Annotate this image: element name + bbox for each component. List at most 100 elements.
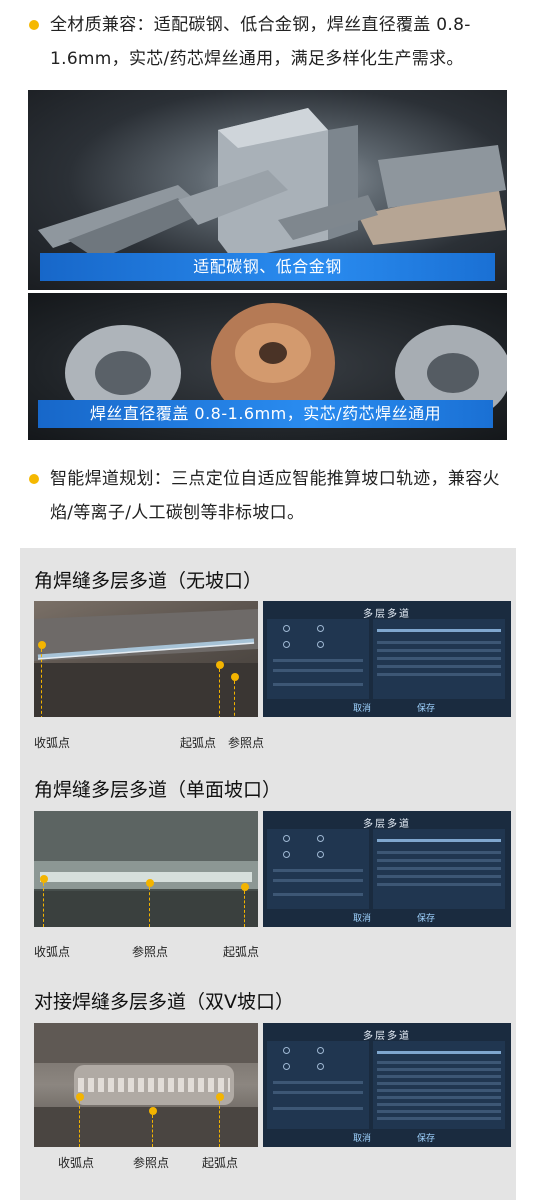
- param-row: [273, 869, 363, 872]
- arc-end-point: [76, 1093, 84, 1101]
- table-row: [377, 641, 501, 644]
- arc-start-point: [216, 1093, 224, 1101]
- radio-option[interactable]: [283, 1063, 290, 1070]
- radio-option[interactable]: [283, 851, 290, 858]
- leader-line: [152, 1115, 153, 1147]
- table-row: [377, 1068, 501, 1071]
- screen-settings: [267, 619, 369, 699]
- screen-table: [373, 829, 505, 909]
- screen-settings: [267, 829, 369, 909]
- case-fillet-single-groove: 角焊缝多层多道（单面坡口） 多层多道 取消 保存 收弧点 参照点 起弧点: [20, 753, 516, 963]
- material-banner: 适配碳钢、低合金钢: [40, 253, 495, 281]
- radio-option[interactable]: [283, 625, 290, 632]
- table-row: [377, 883, 501, 886]
- case-butt-double-v-groove: 对接焊缝多层多道（双V坡口） 多层多道 取消 保存 收弧点 参照点 起弧点: [20, 963, 516, 1200]
- wire-banner: 焊丝直径覆盖 0.8-1.6mm，实芯/药芯焊丝通用: [38, 400, 493, 428]
- leader-line: [234, 681, 235, 717]
- weld-seam-illustration: [34, 811, 258, 927]
- leader-line: [244, 891, 245, 927]
- param-row: [273, 1081, 363, 1084]
- wire-spools-photo: 焊丝直径覆盖 0.8-1.6mm，实芯/药芯焊丝通用: [28, 293, 507, 440]
- arc-start-label: 起弧点: [180, 736, 217, 750]
- cancel-button[interactable]: 取消: [353, 911, 371, 924]
- arc-end-label: 收弧点: [34, 945, 71, 959]
- screen-settings: [267, 1041, 369, 1129]
- multipass-screen: 多层多道 取消 保存: [263, 601, 511, 717]
- steel-samples-photo: 适配碳钢、低合金钢: [28, 90, 507, 290]
- arc-end-label: 收弧点: [58, 1156, 95, 1170]
- table-row: [377, 875, 501, 878]
- leader-line: [43, 883, 44, 927]
- param-row: [273, 1107, 363, 1110]
- arc-end-point: [38, 641, 46, 649]
- weld-seam-illustration: [34, 609, 258, 717]
- bullet-dot-icon: [29, 20, 39, 30]
- multipass-screen: 多层多道 取消 保存: [263, 1023, 511, 1147]
- table-row: [377, 1082, 501, 1085]
- reference-point: [231, 673, 239, 681]
- feature-material: 全材质兼容：适配碳钢、低合金钢，焊丝直径覆盖 0.8-1.6mm，实芯/药芯焊丝…: [0, 8, 536, 78]
- table-row: [377, 665, 501, 668]
- table-row: [377, 1061, 501, 1064]
- param-row: [273, 683, 363, 686]
- cancel-button[interactable]: 取消: [353, 1131, 371, 1144]
- screen-table: [373, 619, 505, 699]
- radio-option[interactable]: [317, 835, 324, 842]
- radio-option[interactable]: [283, 1047, 290, 1054]
- table-row: [377, 1103, 501, 1106]
- screen-title: 多层多道: [363, 609, 411, 620]
- table-row: [377, 1096, 501, 1099]
- case-title: 对接焊缝多层多道（双V坡口）: [34, 991, 294, 1013]
- radio-option[interactable]: [283, 835, 290, 842]
- table-header: [377, 839, 501, 842]
- table-header: [377, 1051, 501, 1054]
- arc-start-label: 起弧点: [223, 945, 260, 959]
- table-row: [377, 1089, 501, 1092]
- feature-material-text: 全材质兼容：适配碳钢、低合金钢，焊丝直径覆盖 0.8-1.6mm，实芯/药芯焊丝…: [50, 15, 471, 69]
- cancel-button[interactable]: 取消: [353, 701, 371, 714]
- reference-point: [146, 879, 154, 887]
- reference-label: 参照点: [228, 736, 265, 750]
- table-row: [377, 673, 501, 676]
- save-button[interactable]: 保存: [417, 1131, 435, 1144]
- weld-photo: [34, 811, 258, 927]
- param-row: [273, 893, 363, 896]
- weld-seam-illustration: [34, 1023, 258, 1147]
- arc-start-point: [216, 661, 224, 669]
- save-button[interactable]: 保存: [417, 701, 435, 714]
- screen-table: [373, 1041, 505, 1129]
- radio-option[interactable]: [317, 1047, 324, 1054]
- case-title: 角焊缝多层多道（无坡口）: [34, 570, 263, 592]
- radio-option[interactable]: [317, 641, 324, 648]
- leader-line: [219, 669, 220, 717]
- feature-planning-text: 智能焊道规划：三点定位自适应智能推算坡口轨迹，兼容火焰/等离子/人工碳刨等非标坡…: [50, 469, 500, 523]
- weld-photo: [34, 601, 258, 717]
- reference-label: 参照点: [132, 945, 169, 959]
- param-row: [273, 879, 363, 882]
- table-row: [377, 867, 501, 870]
- radio-option[interactable]: [317, 625, 324, 632]
- table-row: [377, 859, 501, 862]
- table-row: [377, 851, 501, 854]
- feature-planning: 智能焊道规划：三点定位自适应智能推算坡口轨迹，兼容火焰/等离子/人工碳刨等非标坡…: [0, 462, 536, 532]
- leader-line: [41, 649, 42, 717]
- table-row: [377, 1110, 501, 1113]
- leader-line: [79, 1101, 80, 1147]
- param-row: [273, 1091, 363, 1094]
- leader-line: [219, 1101, 220, 1147]
- radio-option[interactable]: [283, 641, 290, 648]
- case-title: 角焊缝多层多道（单面坡口）: [34, 779, 282, 801]
- param-row: [273, 659, 363, 662]
- radio-option[interactable]: [317, 1063, 324, 1070]
- weld-photo: [34, 1023, 258, 1147]
- table-row: [377, 657, 501, 660]
- table-row: [377, 1075, 501, 1078]
- table-header: [377, 629, 501, 632]
- save-button[interactable]: 保存: [417, 911, 435, 924]
- arc-end-point: [40, 875, 48, 883]
- arc-end-label: 收弧点: [34, 736, 71, 750]
- radio-option[interactable]: [317, 851, 324, 858]
- screen-title: 多层多道: [363, 1031, 411, 1042]
- screen-title: 多层多道: [363, 819, 411, 830]
- arc-start-point: [241, 883, 249, 891]
